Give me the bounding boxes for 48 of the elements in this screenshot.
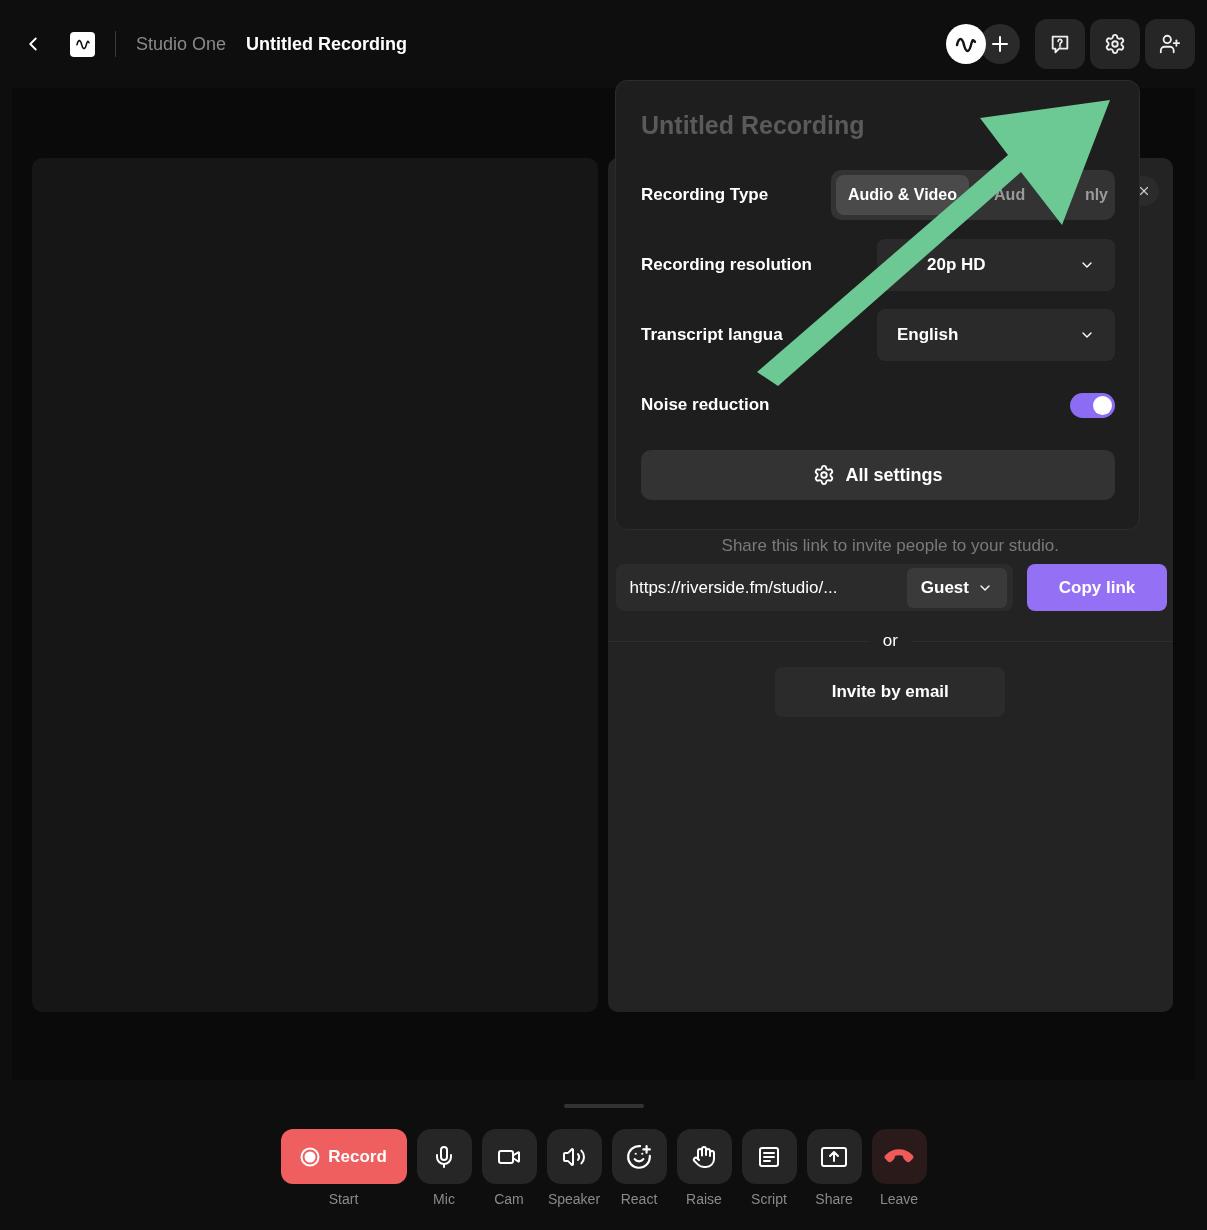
leave-button[interactable] xyxy=(871,1129,927,1184)
cam-button[interactable] xyxy=(481,1129,537,1184)
toggle-switch[interactable] xyxy=(1070,392,1115,418)
invite-hint: Share this link to invite people to your studio. xyxy=(721,536,1059,556)
hand-icon xyxy=(692,1144,716,1169)
avatar[interactable] xyxy=(946,24,986,64)
recording-title[interactable]: Untitled Recording xyxy=(246,33,408,55)
control-caption: Start xyxy=(328,1191,359,1207)
dropdown[interactable]: English xyxy=(877,309,1115,361)
studio-name[interactable]: Studio One xyxy=(136,33,227,55)
drag-handle[interactable] xyxy=(563,1104,644,1108)
control-caption: Speaker xyxy=(547,1191,601,1207)
invite-button[interactable] xyxy=(1145,19,1195,69)
help-button[interactable] xyxy=(1035,19,1085,69)
mic-button[interactable] xyxy=(416,1129,472,1184)
record-icon xyxy=(300,1146,321,1167)
script-button[interactable] xyxy=(741,1129,797,1184)
control-caption: React xyxy=(620,1191,658,1207)
react-button[interactable] xyxy=(611,1129,667,1184)
share-screen-icon xyxy=(820,1144,848,1169)
link-field[interactable]: https://riverside.fm/studio/... Guest xyxy=(615,564,1013,611)
segment-option[interactable]: Audio & Video xyxy=(836,175,970,215)
popover-title: Untitled Recording xyxy=(641,111,866,140)
smile-plus-icon xyxy=(626,1143,652,1170)
share-button[interactable] xyxy=(806,1129,862,1184)
control-caption: Cam xyxy=(494,1191,524,1207)
document-icon xyxy=(757,1144,781,1169)
settings-icon xyxy=(1104,33,1126,55)
setting-label: Recording resolution xyxy=(641,255,812,275)
user-plus-icon xyxy=(1159,33,1181,55)
setting-label: Noise reduction xyxy=(641,395,770,415)
control-caption: Mic xyxy=(433,1191,455,1207)
help-icon xyxy=(1049,33,1071,55)
control-caption: Share xyxy=(815,1191,853,1207)
setting-label: Recording Type xyxy=(641,185,769,205)
speaker-button[interactable] xyxy=(546,1129,602,1184)
settings-icon xyxy=(813,464,836,486)
control-caption: Raise xyxy=(686,1191,722,1207)
invite-email-button[interactable]: Invite by email xyxy=(775,667,1006,717)
setting-label: Transcript langua xyxy=(641,325,783,345)
control-caption: Leave xyxy=(879,1191,919,1207)
settings-button[interactable] xyxy=(1090,19,1140,69)
all-settings-button[interactable]: All settings xyxy=(641,450,1115,500)
copy-link-button[interactable]: Copy link xyxy=(1027,564,1167,611)
raise-button[interactable] xyxy=(676,1129,732,1184)
control-caption: Script xyxy=(751,1191,787,1207)
role-dropdown[interactable]: Guest xyxy=(906,567,1007,608)
divider-label: or xyxy=(882,631,898,651)
